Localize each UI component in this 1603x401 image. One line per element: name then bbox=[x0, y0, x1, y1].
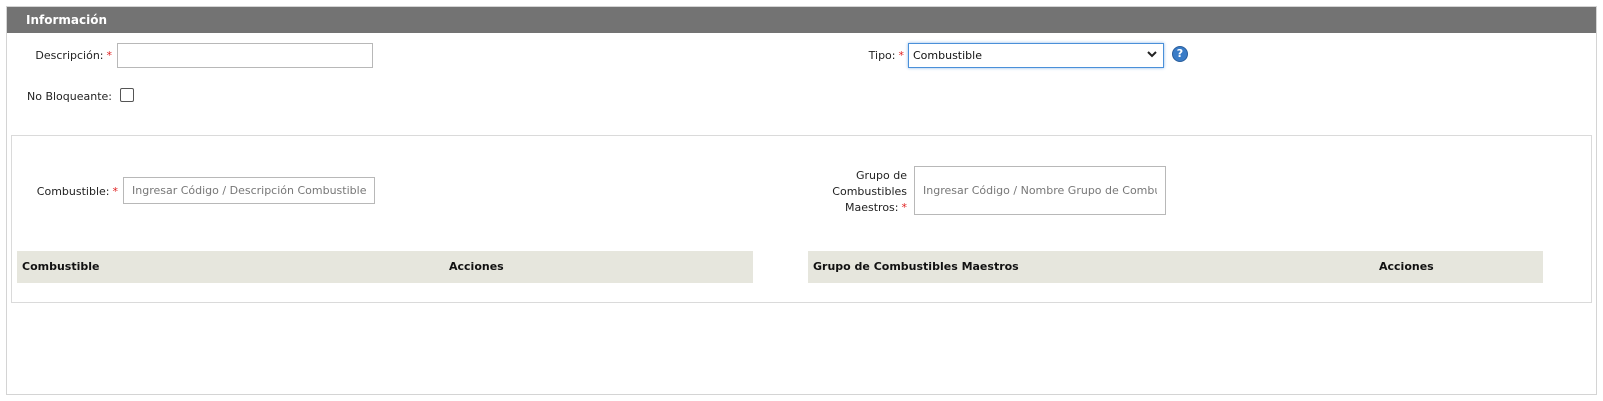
tipo-select-value: Combustible bbox=[913, 49, 982, 62]
grupo-label-line-3-text: Maestros: bbox=[845, 201, 899, 214]
required-mark: * bbox=[112, 185, 119, 198]
required-mark: * bbox=[898, 49, 905, 62]
help-icon[interactable]: ? bbox=[1172, 46, 1188, 62]
column-header-acciones: Acciones bbox=[449, 260, 504, 273]
combustible-table-header: Combustible Acciones bbox=[17, 251, 753, 283]
grupo-table-header: Grupo de Combustibles Maestros Acciones bbox=[808, 251, 1543, 283]
required-mark: * bbox=[106, 49, 113, 62]
grupo-label: Grupo de Combustibles Maestros: * bbox=[820, 168, 907, 216]
panel-title: Información bbox=[7, 7, 1596, 33]
descripcion-label-text: Descripción: bbox=[35, 49, 104, 62]
tipo-label-text: Tipo: bbox=[868, 49, 896, 62]
descripcion-input[interactable] bbox=[117, 43, 373, 68]
combustible-label-text: Combustible: bbox=[36, 185, 110, 198]
grupo-label-line-1: Grupo de bbox=[856, 169, 907, 182]
no-bloqueante-checkbox[interactable] bbox=[120, 88, 134, 102]
column-header-combustible: Combustible bbox=[22, 260, 100, 273]
grupo-search-input[interactable] bbox=[914, 166, 1166, 215]
column-header-grupo: Grupo de Combustibles Maestros bbox=[813, 260, 1019, 273]
tipo-label: Tipo: * bbox=[830, 49, 904, 62]
column-header-acciones: Acciones bbox=[1379, 260, 1434, 273]
grupo-label-line-3: Maestros: * bbox=[820, 200, 907, 216]
descripcion-label: Descripción: * bbox=[20, 49, 112, 62]
tipo-select[interactable]: Combustible bbox=[908, 43, 1164, 68]
chevron-down-icon bbox=[1146, 48, 1158, 63]
no-bloqueante-label: No Bloqueante: bbox=[26, 90, 112, 103]
combustible-label: Combustible: * bbox=[26, 185, 118, 198]
grupo-label-line-2: Combustibles bbox=[832, 185, 907, 198]
required-mark: * bbox=[901, 201, 908, 214]
combustible-search-input[interactable] bbox=[123, 177, 375, 204]
